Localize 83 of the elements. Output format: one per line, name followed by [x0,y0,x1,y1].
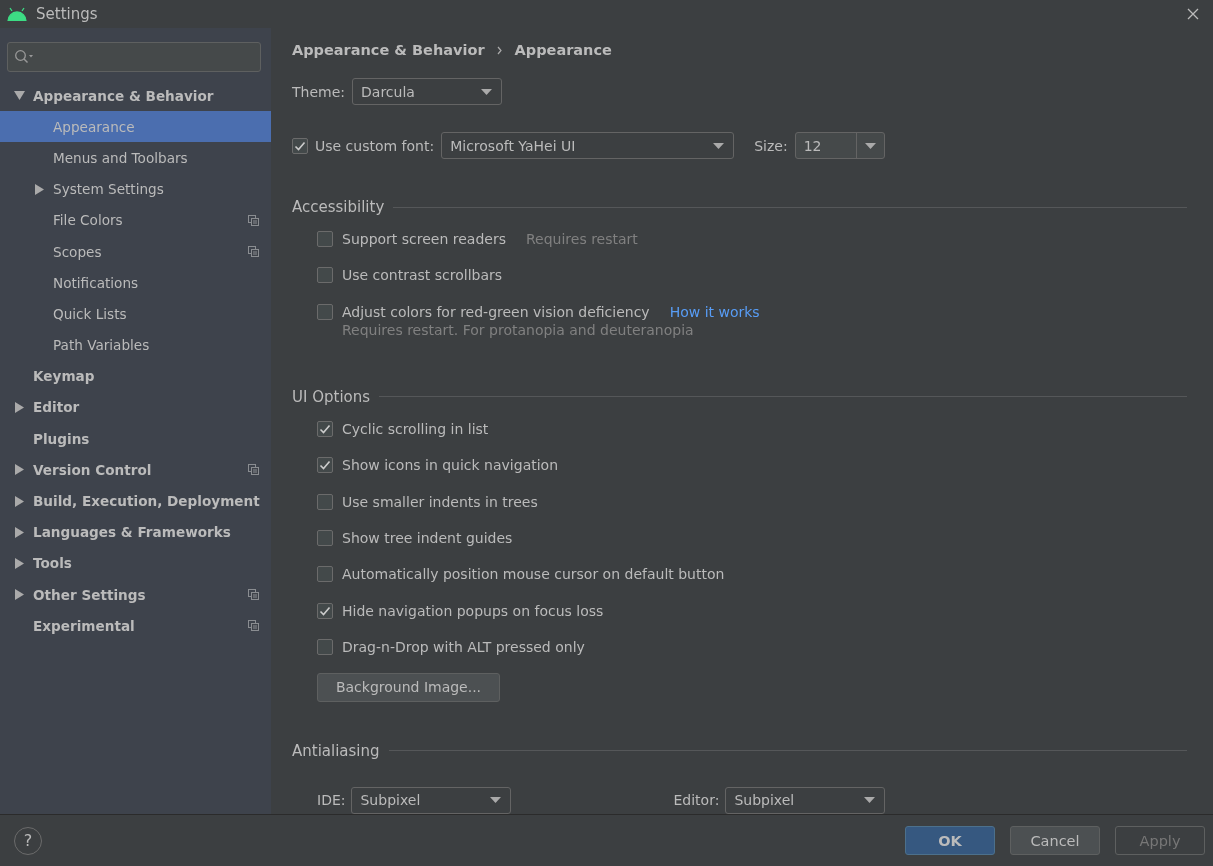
checkbox[interactable] [292,137,308,154]
collapse-arrow-icon [14,401,25,413]
checkbox-label: Support screen readers [342,231,506,248]
tree-item[interactable]: Path Variables [0,329,271,361]
checkbox[interactable] [317,602,333,619]
search-field[interactable] [7,42,261,72]
background-image-button[interactable]: Background Image... [317,672,500,702]
tree-item[interactable]: Editor [0,391,271,424]
tree-item[interactable]: Plugins [0,423,271,455]
section-title: Antialiasing [292,741,380,760]
tree-item[interactable]: Build, Execution, Deployment [0,485,271,517]
checkbox-label: Show icons in quick navigation [342,457,559,474]
theme-label: Theme: [292,83,345,100]
tree-item[interactable]: Other Settings [0,579,271,611]
close-icon[interactable] [1187,8,1199,20]
field-label: Editor: [673,792,720,809]
dropdown-arrow-icon [481,88,492,95]
section-title: UI Options [292,387,371,406]
checkbox[interactable] [317,231,333,248]
collapse-arrow-icon [14,464,25,476]
dropdown[interactable]: Subpixel [351,786,512,814]
tree-item[interactable]: File Colors [0,204,271,236]
dropdown-arrow-icon [864,797,876,804]
hint-text: Requires restart. For protanopia and deuteranopia [341,321,695,340]
dropdown[interactable]: Subpixel [725,786,886,814]
checkbox-label: Adjust colors for red-green vision deficiency [342,303,650,320]
breadcrumb-item[interactable]: Appearance & Behavior [292,42,485,58]
tree-item[interactable]: Tools [0,547,271,579]
tree-item[interactable]: Experimental [0,610,271,642]
checkbox-label: Cyclic scrolling in list [342,421,489,438]
collapse-arrow-icon [14,589,25,601]
checkbox-label: Drag-n-Drop with ALT pressed only [342,638,585,655]
tree-item[interactable]: Notifications [0,267,271,299]
collapse-arrow-icon [14,526,25,538]
checkbox[interactable] [317,566,333,583]
help-link[interactable]: How it works [669,303,760,320]
tree-item[interactable]: Quick Lists [0,298,271,330]
size-dropdown[interactable]: 12 [794,132,885,159]
checkbox-label: Use contrast scrollbars [342,267,503,284]
window-title: Settings [36,5,99,23]
checkbox-label: Automatically position mouse cursor on default button [342,566,725,583]
android-icon [6,7,28,21]
checkbox[interactable] [317,303,333,320]
collapse-arrow-icon [14,495,25,507]
checkbox[interactable] [317,267,333,284]
checkmark-icon [319,605,331,616]
checkmark-icon [319,460,331,471]
tree-item[interactable]: Menus and Toolbars [0,142,271,174]
tree-item[interactable]: System Settings [0,173,271,205]
size-label: Size: [754,137,788,154]
dropdown[interactable]: Microsoft YaHei UI [441,132,735,159]
checkbox[interactable] [317,457,333,474]
dropdown[interactable]: Darcula [352,78,502,105]
checkbox[interactable] [317,529,333,546]
collapse-arrow-icon [14,557,25,569]
checkbox[interactable] [317,493,333,510]
checkbox-label: Use custom font: [315,137,435,154]
tree-item[interactable]: Appearance [0,111,271,143]
search-icon [14,49,34,65]
tree-item[interactable]: Scopes [0,235,271,268]
ok-button[interactable]: OK [905,826,995,855]
dropdown-arrow-icon [864,142,876,149]
checkbox[interactable] [317,421,333,438]
breadcrumb-item[interactable]: Appearance [514,42,612,58]
hint-text: Requires restart [526,231,638,248]
section-title: Accessibility [292,198,385,216]
collapse-arrow-icon [34,183,45,195]
expand-arrow-icon [14,90,25,102]
checkbox[interactable] [317,638,333,655]
checkbox-label: Hide navigation popups on focus loss [342,602,604,619]
chevron-icon [496,45,503,55]
dropdown-arrow-icon [490,797,502,804]
cancel-button[interactable]: Cancel [1010,826,1100,855]
tree-item[interactable]: Version Control [0,454,271,486]
tree-item[interactable]: Languages & Frameworks [0,516,271,548]
dropdown-arrow-icon [713,142,725,149]
checkbox-label: Show tree indent guides [342,529,513,546]
field-label: IDE: [317,792,346,809]
tree-item[interactable]: Keymap [0,360,271,392]
checkmark-icon [319,424,331,435]
checkbox-label: Use smaller indents in trees [342,493,538,510]
tree-item[interactable]: Appearance & Behavior [0,80,271,112]
checkmark-icon [294,140,306,151]
